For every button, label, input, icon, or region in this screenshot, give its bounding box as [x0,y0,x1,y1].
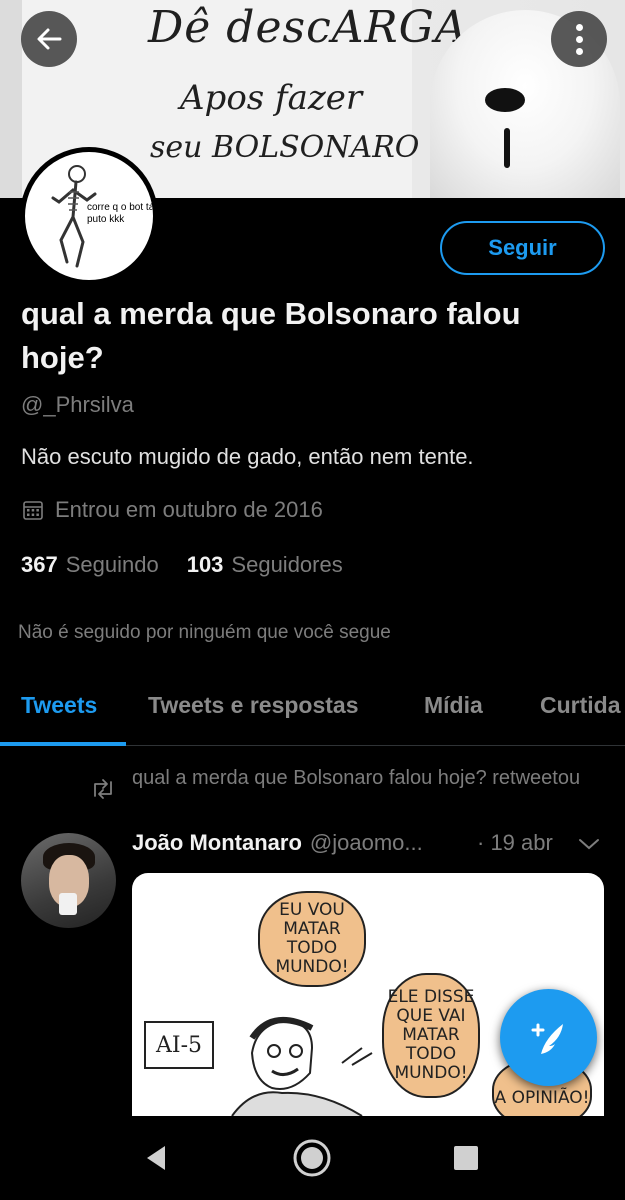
followers-label: Seguidores [231,552,343,577]
tweet-author-handle[interactable]: @joaomo... [310,830,423,856]
profile-bio: Não escuto mugido de gado, então nem ten… [21,444,474,469]
tab-tweets-replies[interactable]: Tweets e respostas [148,692,359,719]
following-count: 367 [21,552,58,577]
more-options-button[interactable] [551,11,607,67]
tweet-header: João Montanaro @joaomo... · 19 abr [132,830,607,856]
compose-feather-icon [531,1023,563,1054]
calendar-icon [23,501,43,520]
triangle-back-icon [147,1146,165,1170]
compose-tweet-button[interactable] [500,989,597,1086]
follow-button[interactable]: Seguir [440,221,605,275]
nav-back-button[interactable] [136,1138,176,1178]
arrow-left-icon [37,28,62,50]
more-vertical-icon [575,23,583,55]
followers-link[interactable]: 103 Seguidores [187,552,343,578]
tab-media[interactable]: Mídia [424,692,483,719]
banner-text-line2: Apos fazer [180,78,363,118]
follow-stats: 367 Seguindo 103 Seguidores [21,552,343,578]
tab-likes[interactable]: Curtida [540,692,621,719]
back-button[interactable] [21,11,77,67]
active-tab-indicator [0,742,126,746]
joined-date: Entrou em outubro de 2016 [21,497,323,523]
mutual-followers-note: Não é seguido por ninguém que você segue [18,622,391,643]
joined-text: Entrou em outubro de 2016 [55,497,323,522]
speech-bubble-2: ELE DISSE QUE VAI MATAR TODO MUNDO! [382,973,480,1098]
speech-bubble-1: EU VOU MATAR TODO MUNDO! [258,891,366,987]
retweet-icon [94,779,112,799]
tweet-timestamp[interactable]: · 19 abr [477,830,553,856]
profile-tabs: Tweets Tweets e respostas Mídia Curtida [0,670,625,746]
cartoon-sign: AI-5 [144,1021,214,1069]
tab-tweets[interactable]: Tweets [21,692,97,719]
tweet-author-name[interactable]: João Montanaro [132,830,302,856]
profile-handle: @_Phrsilva [21,392,134,417]
profile-avatar[interactable]: corre q o bot tá puto kkk [20,147,158,285]
system-navigation-bar [0,1116,625,1200]
retweet-text: qual a merda que Bolsonaro falou hoje? r… [132,767,581,789]
profile-name: qual a merda que Bolsonaro falou hoje? [21,296,521,375]
banner-text-line3: seu BOLSONARO [150,130,420,165]
chevron-down-icon[interactable] [577,836,601,852]
nav-recents-button[interactable] [446,1138,486,1178]
followers-count: 103 [186,552,224,577]
following-label: Seguindo [65,552,159,577]
following-link[interactable]: 367 Seguindo [21,552,159,578]
banner-text-line1: Dê descARGA [148,2,468,53]
circle-home-icon [293,1139,331,1177]
nav-home-button[interactable] [292,1138,332,1178]
tweet-author-avatar[interactable] [21,833,116,928]
cartoon-figure-drawing [231,1017,373,1116]
square-recents-icon [454,1146,478,1170]
avatar-caption: corre q o bot tá puto kkk [87,202,155,225]
